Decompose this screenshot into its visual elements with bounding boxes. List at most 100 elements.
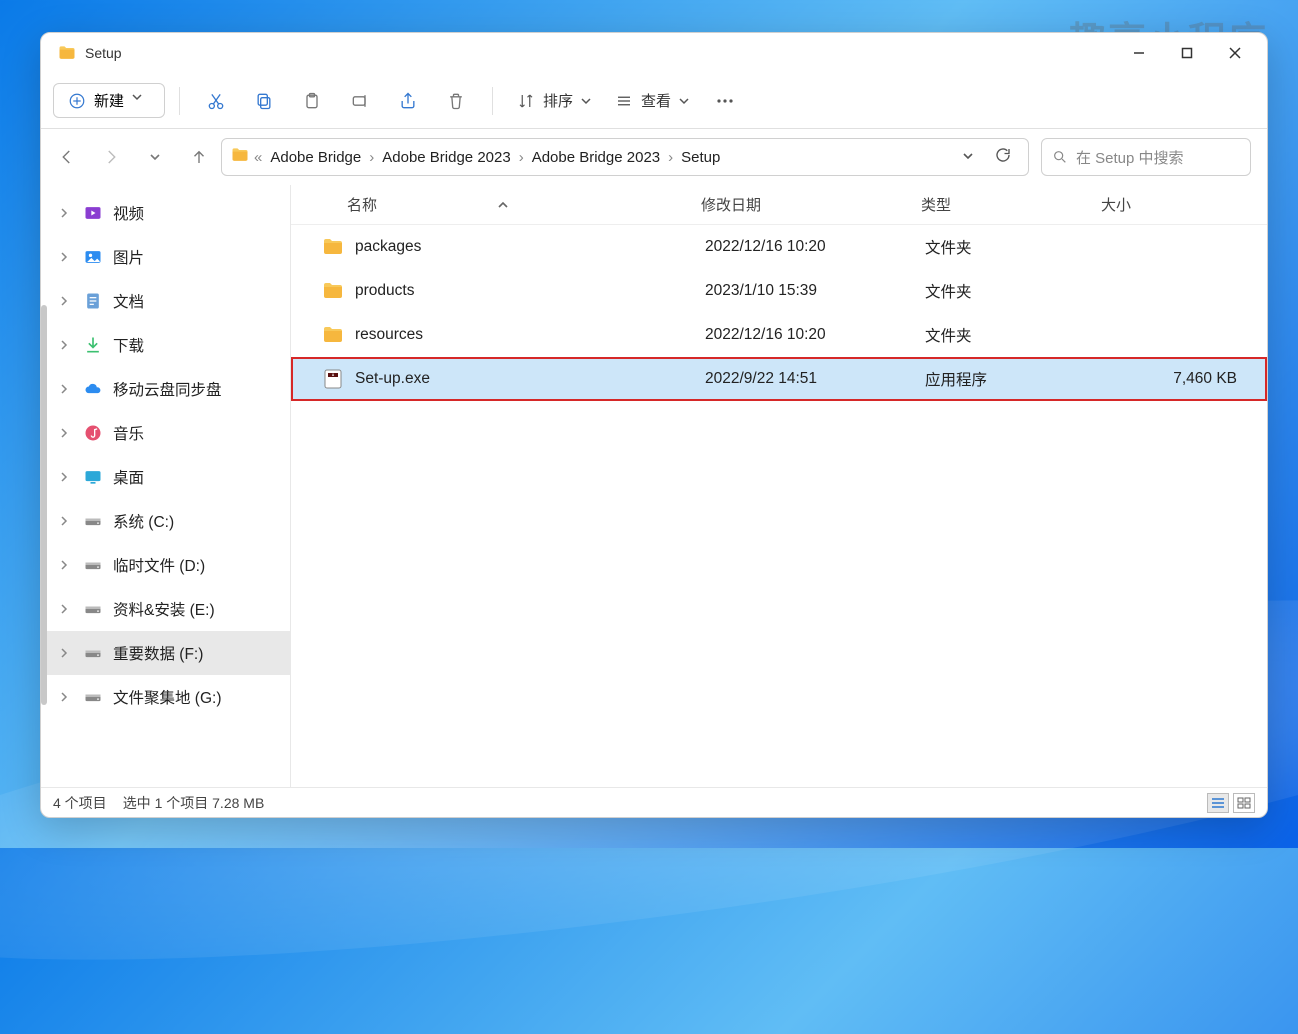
search-placeholder: 在 Setup 中搜索 xyxy=(1076,147,1184,168)
exe-icon: A xyxy=(321,367,345,391)
forward-button[interactable] xyxy=(101,147,121,167)
history-chevron[interactable] xyxy=(954,149,982,166)
drive-icon xyxy=(83,643,103,663)
plus-circle-icon xyxy=(68,92,86,110)
file-type: 应用程序 xyxy=(925,368,1105,390)
folder-icon xyxy=(321,235,345,259)
sidebar-item-label: 音乐 xyxy=(113,422,144,444)
arrow-left-icon xyxy=(58,148,76,166)
sidebar-item-label: 资料&安装 (E:) xyxy=(113,598,215,620)
breadcrumb-segment[interactable]: Adobe Bridge 2023 xyxy=(378,149,514,166)
file-name: resources xyxy=(355,326,705,344)
back-button[interactable] xyxy=(57,147,77,167)
clipboard-icon xyxy=(302,91,322,111)
file-type: 文件夹 xyxy=(925,280,1105,302)
column-size[interactable]: 大小 xyxy=(1101,194,1267,215)
chevron-right-icon xyxy=(59,472,73,482)
chevron-right-icon xyxy=(59,604,73,614)
minimize-button[interactable] xyxy=(1115,33,1163,73)
breadcrumb-segment[interactable]: Setup xyxy=(677,149,724,166)
sidebar-item[interactable]: 视频 xyxy=(41,191,290,235)
paste-button[interactable] xyxy=(290,81,334,121)
drive-icon xyxy=(83,599,103,619)
sidebar-item-label: 视频 xyxy=(113,202,144,224)
file-row[interactable]: packages 2022/12/16 10:20 文件夹 xyxy=(291,225,1267,269)
file-row[interactable]: products 2023/1/10 15:39 文件夹 xyxy=(291,269,1267,313)
sidebar-item[interactable]: 临时文件 (D:) xyxy=(41,543,290,587)
sidebar-item[interactable]: 资料&安装 (E:) xyxy=(41,587,290,631)
window-title: Setup xyxy=(85,45,1115,61)
new-button[interactable]: 新建 xyxy=(53,83,165,118)
sort-icon xyxy=(517,92,535,110)
chevron-right-icon xyxy=(59,516,73,526)
title-bar[interactable]: Setup xyxy=(41,33,1267,73)
copy-icon xyxy=(254,91,274,111)
column-header-row: 名称 修改日期 类型 大小 xyxy=(291,185,1267,225)
tiles-view-button[interactable] xyxy=(1233,793,1255,813)
column-date[interactable]: 修改日期 xyxy=(701,194,921,215)
sidebar-item[interactable]: 移动云盘同步盘 xyxy=(41,367,290,411)
status-bar: 4 个项目 选中 1 个项目 7.28 MB xyxy=(41,787,1267,817)
sidebar-item[interactable]: 音乐 xyxy=(41,411,290,455)
recent-button[interactable] xyxy=(145,147,165,167)
share-button[interactable] xyxy=(386,81,430,121)
search-input[interactable]: 在 Setup 中搜索 xyxy=(1041,138,1251,176)
chevron-right-icon xyxy=(59,296,73,306)
sidebar-item-label: 图片 xyxy=(113,246,144,268)
breadcrumb-segment[interactable]: Adobe Bridge xyxy=(266,149,365,166)
sidebar-item[interactable]: 下载 xyxy=(41,323,290,367)
sidebar-item-label: 桌面 xyxy=(113,466,144,488)
sidebar-item-label: 文件聚集地 (G:) xyxy=(113,686,222,708)
breadcrumb-segment[interactable]: Adobe Bridge 2023 xyxy=(528,149,664,166)
sidebar-item[interactable]: 文档 xyxy=(41,279,290,323)
sidebar-scrollbar[interactable] xyxy=(41,305,47,705)
view-button[interactable]: 查看 xyxy=(605,81,699,121)
file-row[interactable]: A Set-up.exe 2022/9/22 14:51 应用程序 7,460 … xyxy=(291,357,1267,401)
sort-button[interactable]: 排序 xyxy=(507,81,601,121)
chevron-down-icon xyxy=(581,96,591,106)
breadcrumb-bar[interactable]: « Adobe Bridge› Adobe Bridge 2023› Adobe… xyxy=(221,138,1029,176)
chevron-down-icon xyxy=(149,151,161,163)
breadcrumb-overflow[interactable]: « xyxy=(254,149,262,166)
file-date: 2022/12/16 10:20 xyxy=(705,326,925,344)
refresh-button[interactable] xyxy=(986,146,1020,168)
grid-icon xyxy=(1237,797,1251,809)
sidebar-item[interactable]: 桌面 xyxy=(41,455,290,499)
search-icon xyxy=(1052,149,1068,165)
up-button[interactable] xyxy=(189,147,209,167)
sidebar-item[interactable]: 重要数据 (F:) xyxy=(41,631,290,675)
sidebar-item[interactable]: 系统 (C:) xyxy=(41,499,290,543)
doc-icon xyxy=(83,291,103,311)
trash-icon xyxy=(446,91,466,111)
status-selected: 选中 1 个项目 7.28 MB xyxy=(123,793,265,813)
desktop-icon xyxy=(83,467,103,487)
chevron-right-icon xyxy=(59,428,73,438)
chevron-down-icon xyxy=(132,92,150,110)
file-row[interactable]: resources 2022/12/16 10:20 文件夹 xyxy=(291,313,1267,357)
sidebar[interactable]: 视频 图片 文档 下载 移动云盘同步盘 音乐 桌面 系统 (C:) 临时文件 (… xyxy=(41,185,291,787)
delete-button[interactable] xyxy=(434,81,478,121)
video-icon xyxy=(83,203,103,223)
details-view-button[interactable] xyxy=(1207,793,1229,813)
address-bar: « Adobe Bridge› Adobe Bridge 2023› Adobe… xyxy=(41,129,1267,185)
list-icon xyxy=(1211,797,1225,809)
copy-button[interactable] xyxy=(242,81,286,121)
rename-button[interactable] xyxy=(338,81,382,121)
folder-icon xyxy=(57,43,77,63)
more-button[interactable] xyxy=(703,81,747,121)
file-name: packages xyxy=(355,238,705,256)
chevron-right-icon xyxy=(59,208,73,218)
maximize-button[interactable] xyxy=(1163,33,1211,73)
sidebar-item-label: 系统 (C:) xyxy=(113,510,174,532)
cut-button[interactable] xyxy=(194,81,238,121)
sidebar-item[interactable]: 文件聚集地 (G:) xyxy=(41,675,290,719)
folder-icon xyxy=(321,323,345,347)
status-count: 4 个项目 xyxy=(53,793,107,813)
column-name[interactable]: 名称 xyxy=(347,194,377,215)
file-type: 文件夹 xyxy=(925,324,1105,346)
sidebar-item[interactable]: 图片 xyxy=(41,235,290,279)
share-icon xyxy=(398,91,418,111)
column-type[interactable]: 类型 xyxy=(921,194,1101,215)
close-button[interactable] xyxy=(1211,33,1259,73)
file-date: 2022/12/16 10:20 xyxy=(705,238,925,256)
